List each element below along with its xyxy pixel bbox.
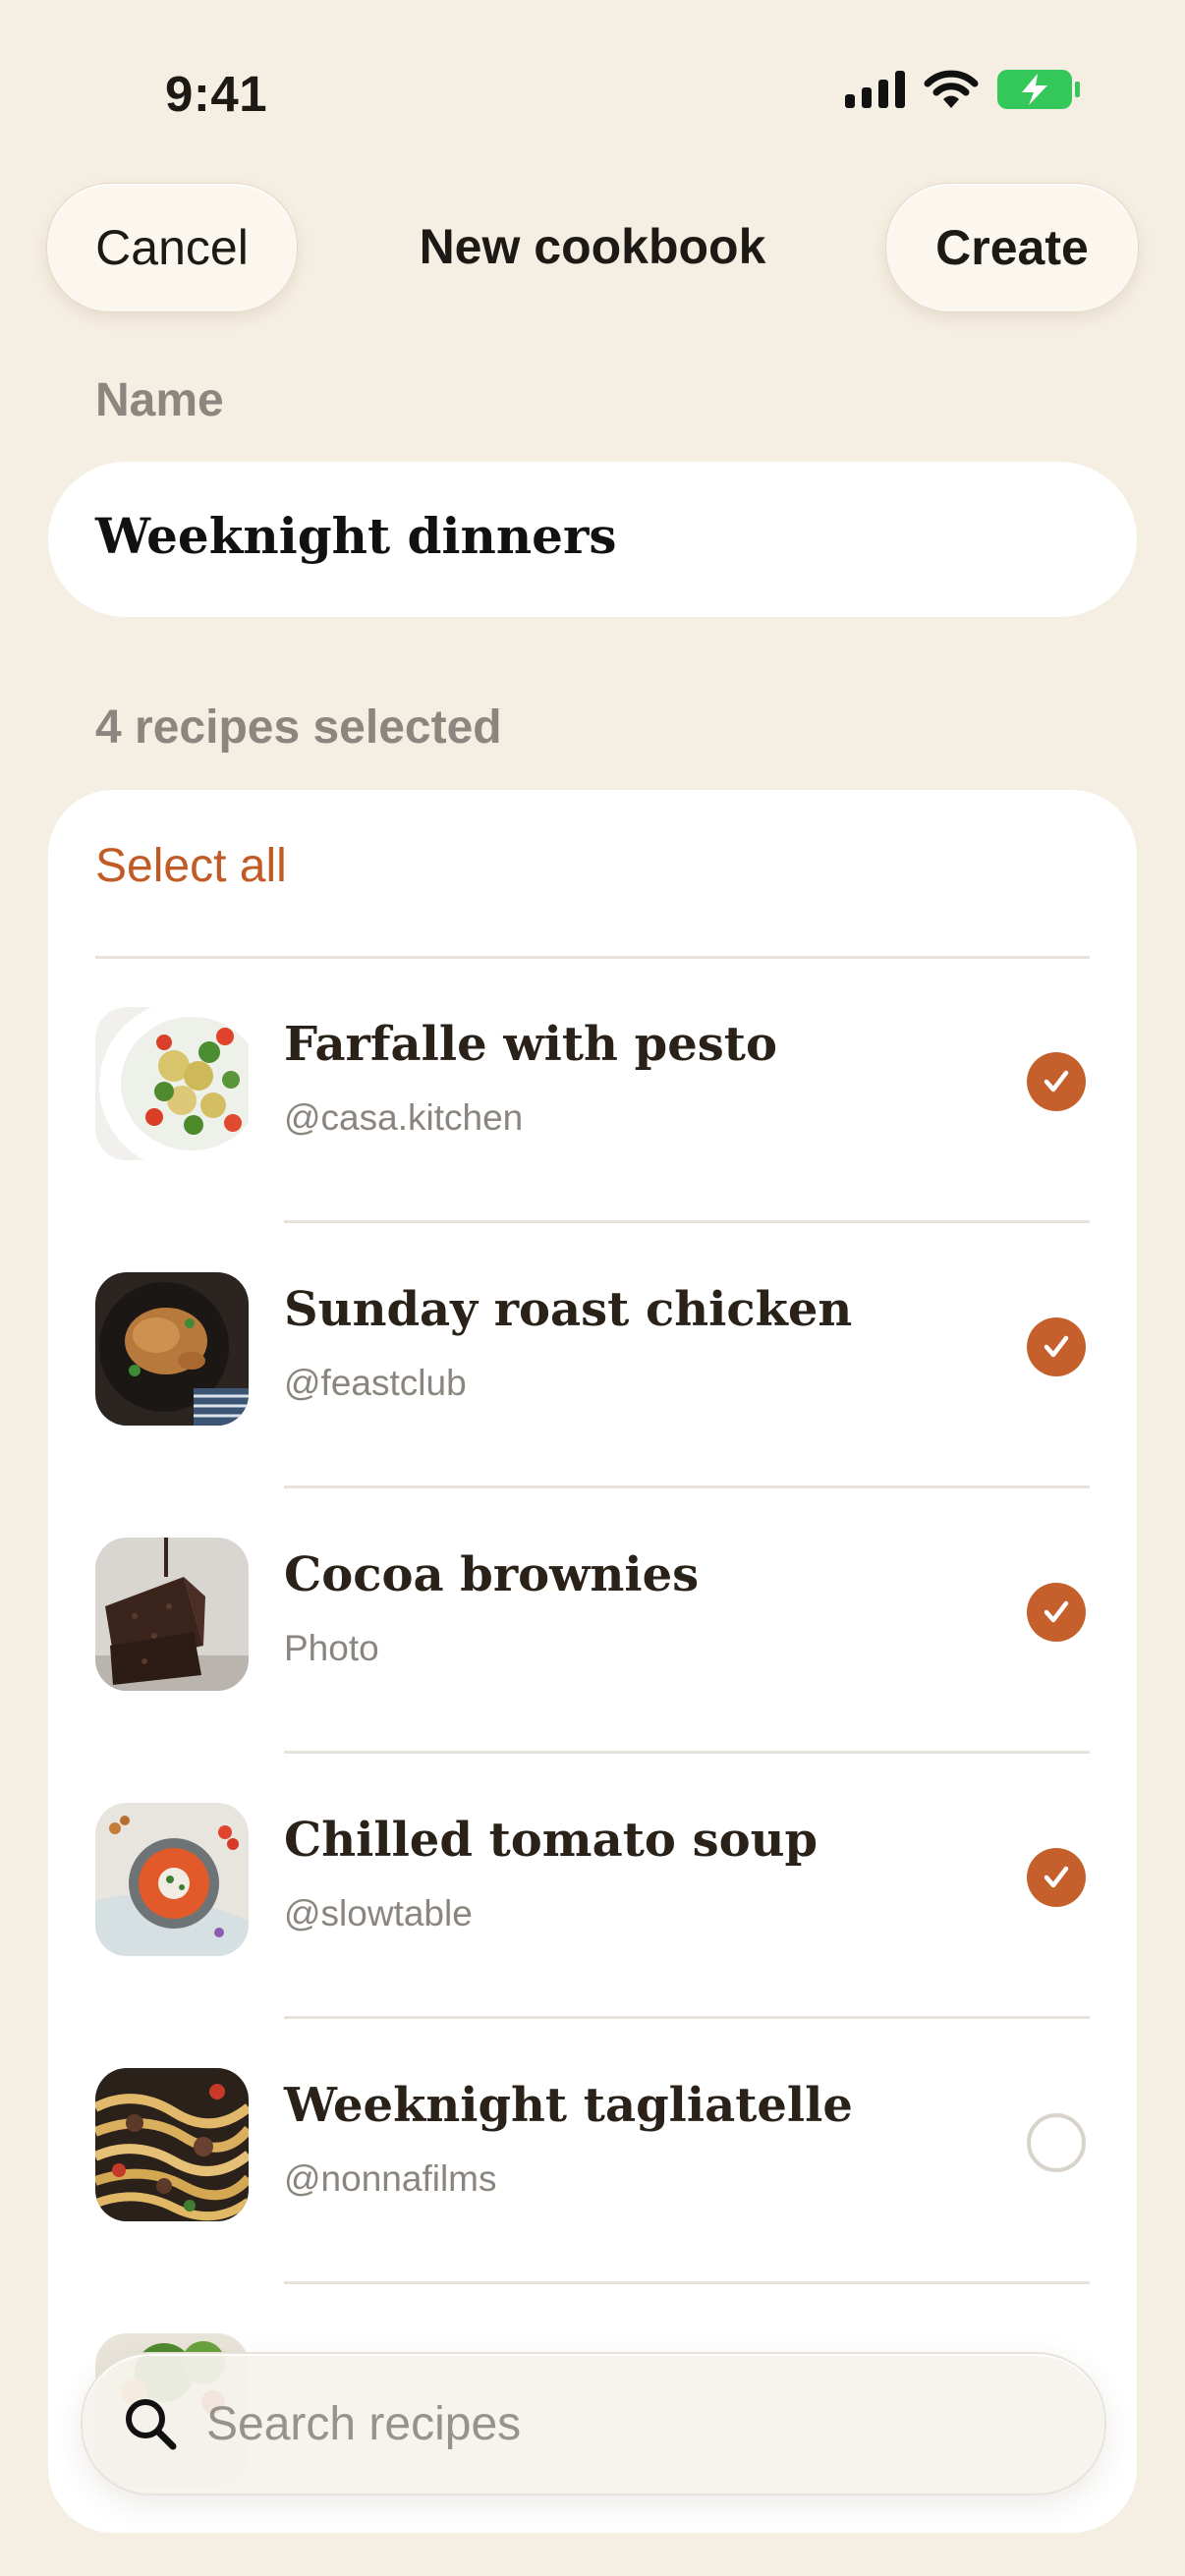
recipe-source: @slowtable: [284, 1893, 473, 1933]
selected-count-label: 4 recipes selected: [95, 701, 502, 754]
recipe-list-card: Select all Farfalle with pesto @casa.kit…: [48, 790, 1137, 2533]
recipe-row[interactable]: Sunday roast chicken @feastclub: [48, 1223, 1137, 1488]
battery-charging-icon: [996, 69, 1081, 115]
status-time: 9:41: [165, 66, 268, 122]
name-label: Name: [95, 374, 224, 426]
recipe-thumbnail-roast-chicken: [95, 1272, 249, 1426]
checkbox-checked-icon[interactable]: [1027, 1583, 1086, 1642]
search-bar[interactable]: [81, 2352, 1106, 2495]
checkbox-unchecked-icon[interactable]: [1027, 2113, 1086, 2172]
search-icon: [122, 2395, 181, 2459]
recipe-title: Sunday roast chicken: [284, 1282, 853, 1337]
select-all-button[interactable]: Select all: [95, 839, 287, 893]
recipe-thumbnail-brownies: [95, 1538, 249, 1691]
recipe-row[interactable]: Weeknight tagliatelle @nonnafilms: [48, 2019, 1137, 2284]
status-icons: [845, 69, 1081, 115]
recipe-title: Chilled tomato soup: [284, 1813, 818, 1868]
recipe-title: Farfalle with pesto: [284, 1017, 777, 1072]
recipe-row[interactable]: Farfalle with pesto @casa.kitchen: [48, 958, 1137, 1223]
cellular-signal-icon: [845, 71, 906, 113]
status-bar: 9:41: [0, 0, 1185, 187]
checkbox-checked-icon[interactable]: [1027, 1317, 1086, 1376]
recipe-title: Weeknight tagliatelle: [284, 2078, 853, 2133]
recipe-source: @nonnafilms: [284, 2158, 497, 2199]
checkbox-checked-icon[interactable]: [1027, 1052, 1086, 1111]
recipe-thumbnail-tomato-soup: [95, 1803, 249, 1956]
checkbox-checked-icon[interactable]: [1027, 1848, 1086, 1907]
cookbook-name-field[interactable]: Weeknight dinners: [48, 462, 1137, 617]
recipe-source: Photo: [284, 1628, 379, 1668]
recipe-thumbnail-pasta-salad: [95, 1007, 249, 1160]
recipe-thumbnail-tagliatelle: [95, 2068, 249, 2221]
recipe-row[interactable]: Cocoa brownies Photo: [48, 1488, 1137, 1754]
create-button[interactable]: Create: [885, 183, 1139, 312]
wifi-icon: [924, 70, 979, 114]
search-input[interactable]: [204, 2391, 1053, 2456]
recipe-row[interactable]: Chilled tomato soup @slowtable: [48, 1754, 1137, 2019]
recipe-source: @casa.kitchen: [284, 1097, 524, 1138]
recipe-source: @feastclub: [284, 1363, 467, 1403]
cookbook-name-value: Weeknight dinners: [95, 507, 617, 565]
recipe-title: Cocoa brownies: [284, 1547, 700, 1602]
